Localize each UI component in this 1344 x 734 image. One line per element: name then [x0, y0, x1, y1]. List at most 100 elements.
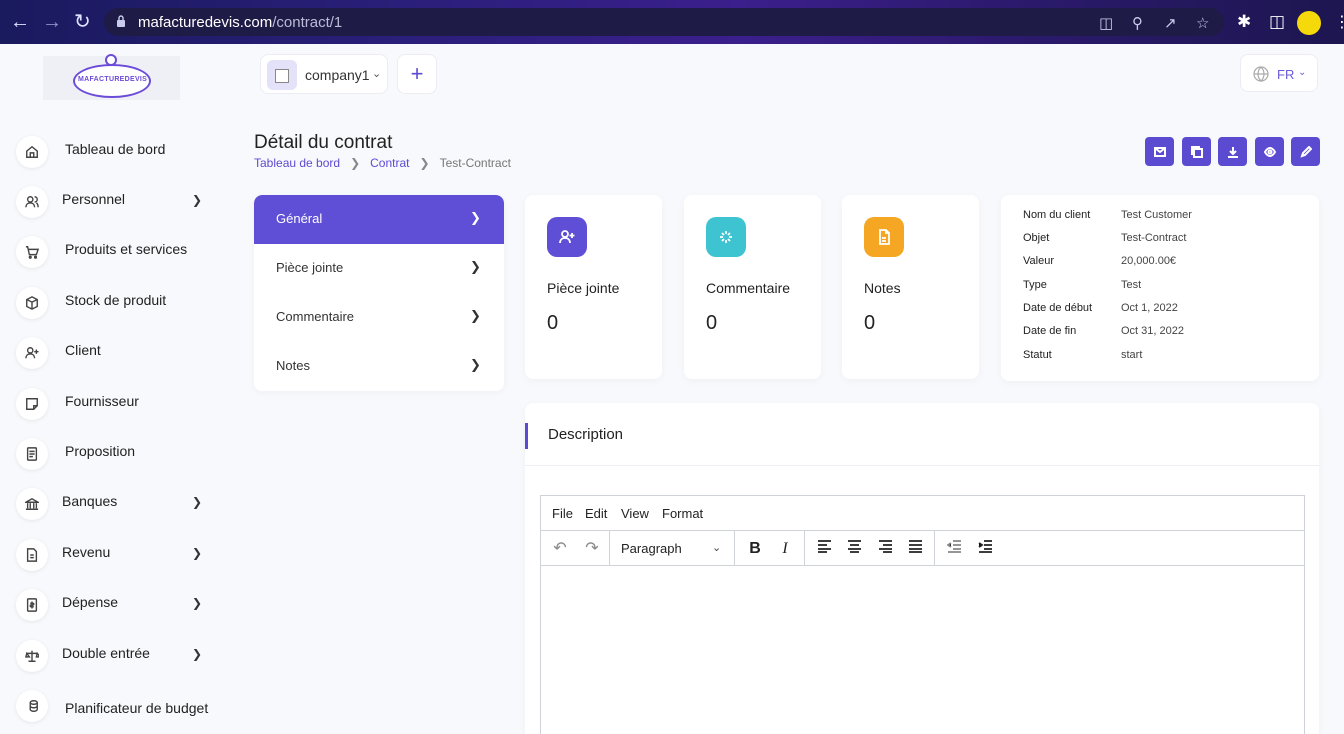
sidebar-item-personnel[interactable]: Personnel ❯: [16, 183, 216, 219]
address-bar[interactable]: mafacturedevis.com/contract/1 ◫ ⚲ ↗ ☆: [104, 8, 1224, 36]
undo-icon[interactable]: ↶: [549, 537, 571, 561]
stat-value: 0: [864, 312, 876, 334]
stat-card-comment: Commentaire 0: [684, 195, 821, 379]
tab-comment[interactable]: Commentaire ❯: [254, 293, 504, 342]
sidebar-item-label: Dépense: [62, 594, 119, 610]
file-text-icon: [16, 438, 48, 470]
block-format-select[interactable]: Paragraph: [621, 541, 682, 556]
bank-icon: [16, 488, 48, 520]
description-card: Description File Edit View Format ↶ ↷ Pa…: [525, 403, 1319, 734]
menu-format[interactable]: Format: [662, 506, 703, 521]
editor-content-area[interactable]: [541, 567, 1304, 734]
align-left-icon[interactable]: [813, 537, 835, 561]
language-selector[interactable]: FR ⌄: [1240, 54, 1318, 92]
sidebar-item-label: Fournisseur: [65, 393, 139, 409]
edit-button[interactable]: [1291, 137, 1320, 166]
sidebar-item-label: Stock de produit: [65, 292, 167, 308]
sidebar-item-budget[interactable]: Planificateur de budget: [16, 687, 216, 734]
detail-tabs: Général ❯ Pièce jointe ❯ Commentaire ❯ Note…: [254, 195, 504, 391]
sidebar-item-label: Client: [65, 342, 101, 358]
sidebar-item-dashboard[interactable]: Tableau de bord: [16, 133, 216, 169]
sidebar-item-label: Planificateur de budget: [65, 700, 209, 716]
preview-button[interactable]: [1255, 137, 1284, 166]
tab-general[interactable]: Général ❯: [254, 195, 504, 244]
forward-icon[interactable]: →: [42, 12, 62, 32]
bold-button[interactable]: B: [744, 537, 766, 561]
stat-label: Commentaire: [706, 280, 791, 296]
chevron-right-icon: ❯: [470, 357, 481, 372]
sidebar-item-supplier[interactable]: Fournisseur: [16, 385, 216, 421]
globe-icon: [1253, 66, 1269, 82]
home-icon: [16, 136, 48, 168]
sidebar-item-label: Produits et services: [65, 241, 188, 257]
copy-icon: [1190, 145, 1203, 158]
editor-menubar: File Edit View Format: [541, 496, 1304, 531]
logo-text: MAFACTUREDEVIS: [78, 76, 148, 83]
sidebar-item-stock[interactable]: Stock de produit: [16, 284, 216, 320]
share-icon[interactable]: ↗: [1164, 14, 1177, 32]
lock-icon: [117, 15, 125, 27]
menu-icon[interactable]: ⋮: [1334, 12, 1344, 32]
tab-attachment[interactable]: Pièce jointe ❯: [254, 244, 504, 293]
download-button[interactable]: [1218, 137, 1247, 166]
extensions-icon[interactable]: ✱: [1237, 12, 1251, 32]
menu-edit[interactable]: Edit: [585, 506, 607, 521]
redo-icon[interactable]: ↷: [581, 537, 603, 561]
italic-button[interactable]: I: [774, 537, 796, 561]
company-selector[interactable]: company1 ⌄: [260, 54, 388, 94]
sidebar-item-expense[interactable]: Dépense ❯: [16, 586, 216, 622]
sidebar-item-label: Double entrée: [62, 645, 150, 661]
translate-icon[interactable]: ◫: [1099, 14, 1113, 32]
company-name: company1: [305, 67, 370, 83]
send-email-button[interactable]: [1145, 137, 1174, 166]
user-plus-icon: [16, 337, 48, 369]
download-icon: [1227, 146, 1238, 158]
cart-icon: [16, 236, 48, 268]
outdent-icon[interactable]: [943, 537, 965, 561]
stat-label: Notes: [864, 280, 901, 296]
sidebar-item-proposal[interactable]: Proposition: [16, 435, 216, 471]
sidebar-item-revenue[interactable]: Revenu ❯: [16, 536, 216, 572]
editor-toolbar: ↶ ↷ Paragraph ⌄ B I: [541, 531, 1304, 566]
sidepanel-icon[interactable]: ◫: [1269, 12, 1285, 32]
menu-file[interactable]: File: [552, 506, 573, 521]
align-center-icon[interactable]: [843, 537, 865, 561]
tab-notes[interactable]: Notes ❯: [254, 342, 504, 391]
align-right-icon[interactable]: [874, 537, 896, 561]
breadcrumb: Tableau de bord ❯ Contrat ❯ Test-Contract: [254, 156, 511, 170]
browser-chrome: ← → ↻ mafacturedevis.com/contract/1 ◫ ⚲ …: [0, 0, 1344, 44]
receipt-icon: [16, 589, 48, 621]
loader-icon: [706, 217, 746, 257]
breadcrumb-current: Test-Contract: [439, 156, 511, 170]
rich-text-editor: File Edit View Format ↶ ↷ Paragraph ⌄ B …: [540, 495, 1305, 734]
page-title: Détail du contrat: [254, 132, 393, 153]
users-icon: [16, 186, 48, 218]
sidebar-item-banks[interactable]: Banques ❯: [16, 485, 216, 521]
chevron-down-icon: ⌄: [1298, 67, 1307, 78]
note-icon: [16, 388, 48, 420]
zoom-icon[interactable]: ⚲: [1132, 14, 1143, 32]
back-icon[interactable]: ←: [10, 12, 30, 32]
app-logo[interactable]: MAFACTUREDEVIS: [43, 54, 180, 100]
box-icon: [16, 287, 48, 319]
star-icon[interactable]: ☆: [1196, 14, 1209, 32]
sidebar-item-double-entry[interactable]: Double entrée ❯: [16, 637, 216, 673]
chevron-right-icon: ❯: [192, 193, 203, 207]
breadcrumb-contract[interactable]: Contrat: [370, 156, 409, 170]
chevron-right-icon: ❯: [192, 495, 203, 509]
stat-label: Pièce jointe: [547, 280, 620, 296]
indent-icon[interactable]: [974, 537, 996, 561]
chevron-right-icon: ❯: [470, 308, 481, 323]
eye-icon: [1263, 146, 1276, 157]
duplicate-button[interactable]: [1182, 137, 1211, 166]
file-icon: [864, 217, 904, 257]
profile-avatar[interactable]: [1297, 11, 1321, 35]
align-justify-icon[interactable]: [904, 537, 926, 561]
sidebar-item-label: Tableau de bord: [65, 141, 166, 157]
menu-view[interactable]: View: [621, 506, 649, 521]
reload-icon[interactable]: ↻: [74, 12, 91, 32]
sidebar-item-client[interactable]: Client: [16, 334, 216, 370]
add-company-button[interactable]: +: [397, 54, 437, 94]
breadcrumb-dashboard[interactable]: Tableau de bord: [254, 156, 340, 170]
sidebar-item-products[interactable]: Produits et services: [16, 233, 216, 269]
